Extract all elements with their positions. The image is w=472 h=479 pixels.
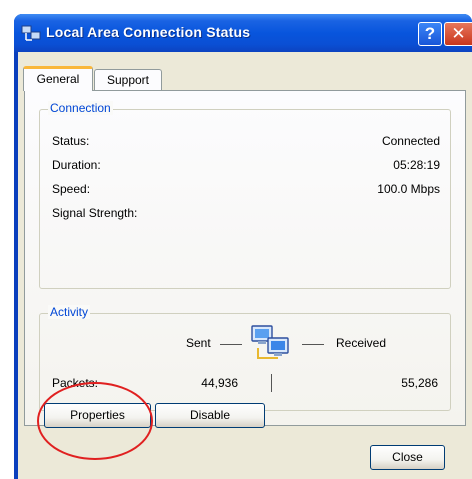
packets-sent-value: 44,936 xyxy=(201,376,238,390)
duration-value: 05:28:19 xyxy=(393,158,440,172)
received-line xyxy=(302,344,324,345)
duration-label: Duration: xyxy=(52,158,101,172)
activity-legend: Activity xyxy=(48,305,91,319)
sent-line xyxy=(220,344,242,345)
activity-group: Activity Sent Received Packets: 44,936 5… xyxy=(39,305,451,411)
close-window-button[interactable]: ✕ xyxy=(444,22,472,46)
packets-divider xyxy=(271,374,272,392)
sent-label: Sent xyxy=(186,336,211,350)
packets-received-value: 55,286 xyxy=(401,376,438,390)
help-button[interactable]: ? xyxy=(418,22,442,46)
speed-value: 100.0 Mbps xyxy=(377,182,440,196)
status-value: Connected xyxy=(381,134,440,148)
speed-label: Speed: xyxy=(52,182,91,196)
status-label: Status: xyxy=(52,134,90,148)
packets-label: Packets: xyxy=(52,376,99,390)
tab-support[interactable]: Support xyxy=(94,69,162,91)
window-title: Local Area Connection Status xyxy=(46,24,251,40)
tab-panel-general: Connection Status: Connected Duration: 0… xyxy=(24,90,466,426)
tab-general[interactable]: General xyxy=(23,66,93,91)
signal-strength-label: Signal Strength: xyxy=(52,206,138,220)
network-connection-icon xyxy=(21,25,41,41)
connection-group: Connection Status: Connected Duration: 0… xyxy=(39,101,451,289)
received-label: Received xyxy=(336,336,387,350)
properties-button[interactable]: Properties xyxy=(44,403,151,428)
disable-button[interactable]: Disable xyxy=(155,403,265,428)
close-button[interactable]: Close xyxy=(370,445,445,470)
connection-legend: Connection xyxy=(48,101,113,115)
network-computers-icon xyxy=(251,325,289,359)
title-bar[interactable]: Local Area Connection Status ? ✕ xyxy=(14,14,472,52)
